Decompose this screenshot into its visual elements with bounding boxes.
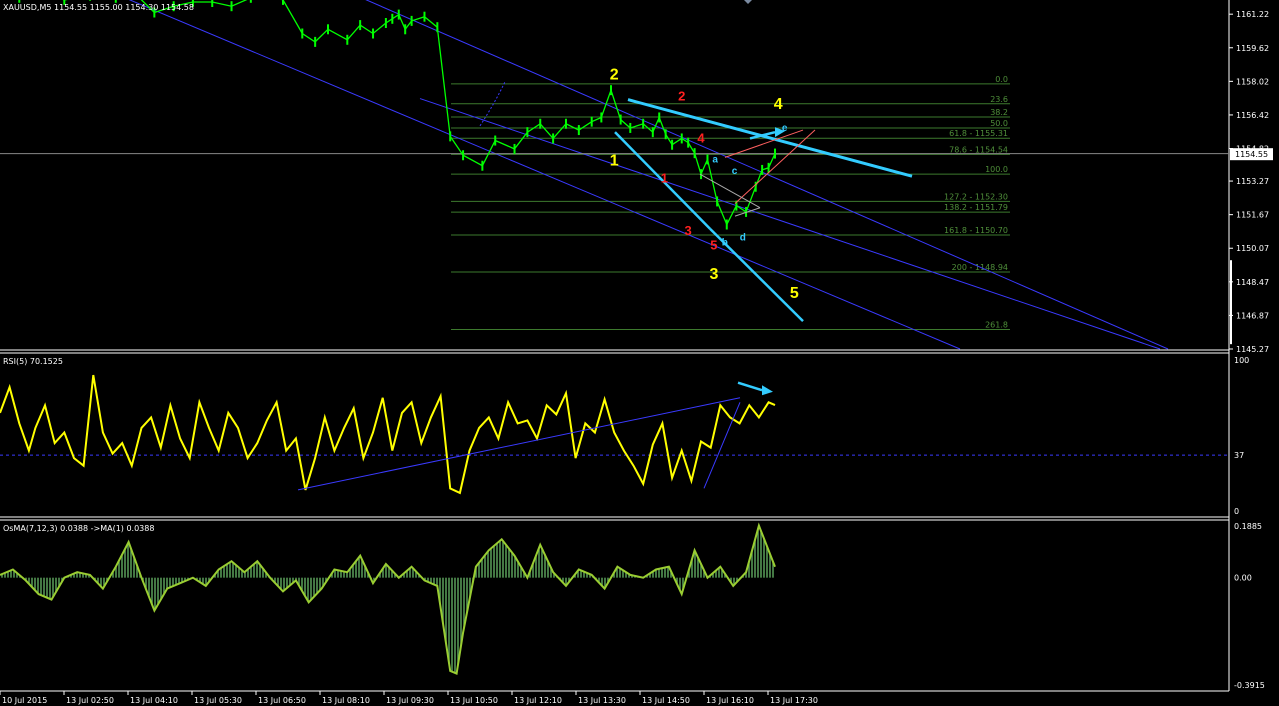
fib-label-11: 261.8 (985, 320, 1008, 329)
shift-marker-icon[interactable] (744, 0, 752, 4)
fib-label-0: 0.0 (995, 75, 1008, 84)
rsi-arrow-line (737, 381, 763, 392)
price-line (62, 0, 776, 227)
time-tick-label: 13 Jul 16:10 (706, 696, 754, 705)
current-price-label: 1154.55 (1235, 150, 1268, 159)
fib-label-5: 78.6 - 1154.54 (949, 145, 1008, 154)
wave-label-major-4: 5 (790, 285, 799, 302)
wave-label-minor-5: 2 (678, 89, 685, 104)
time-tick-label: 10 Jul 2015 (2, 696, 47, 705)
rsi-title: RSI(5) 70.1525 (3, 357, 63, 366)
rsi-tick-label: 100 (1234, 356, 1249, 365)
price-tick-label: 1159.62 (1236, 44, 1269, 53)
price-axis: 1161.221159.621158.021156.421154.821153.… (1229, 10, 1273, 354)
osma-pane: 0.1885 0.00 -0.3915 (0, 522, 1265, 690)
wave-label-minor-7: 3 (685, 223, 692, 238)
price-tick-label: 1158.02 (1236, 77, 1269, 86)
abcde-line-1 (699, 173, 761, 209)
wave-label-major-1: 1 (610, 153, 619, 170)
wave-label-sub-12: c (732, 166, 738, 177)
price-tick-label: 1161.22 (1236, 10, 1269, 19)
channel-lower-line (419, 98, 1161, 350)
time-tick-label: 13 Jul 05:30 (194, 696, 242, 705)
time-tick-label: 13 Jul 17:30 (770, 696, 818, 705)
fib-label-1: 23.6 (990, 95, 1008, 104)
osma-tick-label: 0.00 (1234, 574, 1252, 583)
wave-label-minor-9: 5 (710, 238, 717, 253)
rsi-line (0, 374, 776, 495)
price-tick-label: 1153.27 (1236, 177, 1269, 186)
rsi-tick-label: 0 (1234, 507, 1239, 516)
fib-label-8: 138.2 - 1151.79 (944, 203, 1008, 212)
rsi-tick-label: 37 (1234, 451, 1244, 460)
osma-tick-label: -0.3915 (1234, 681, 1265, 690)
price-tick-label: 1151.67 (1236, 211, 1269, 220)
time-tick-label: 13 Jul 13:30 (578, 696, 626, 705)
time-tick-label: 13 Jul 12:10 (514, 696, 562, 705)
time-tick-label: 13 Jul 08:10 (322, 696, 370, 705)
time-tick-label: 13 Jul 06:50 (258, 696, 306, 705)
fib-label-4: 61.8 - 1155.31 (949, 129, 1008, 138)
wave-label-major-2: 3 (709, 266, 718, 283)
wave-label-major-3: 4 (774, 96, 783, 113)
time-axis: 10 Jul 2015 13 Jul 02:50 13 Jul 04:10 13 Ju… (0, 691, 818, 705)
time-tick-label: 13 Jul 10:50 (450, 696, 498, 705)
wave-label-sub-14: e (782, 123, 788, 134)
fibonacci-levels: 0.0 23.6 38.2 50.061.8 - 1155.31 78.6 - 1154… (451, 75, 1010, 330)
osma-tick-label: 0.1885 (1234, 522, 1262, 531)
price-tick-label: 1145.27 (1236, 345, 1269, 354)
price-tick-label: 1146.87 (1236, 311, 1269, 320)
wave-label-major-0: 2 (610, 67, 619, 84)
wave-label-minor-8: 4 (697, 131, 705, 146)
rsi-pane: 100 37 0 (0, 356, 1249, 516)
wave-label-sub-10: a (712, 155, 718, 166)
time-tick-label: 13 Jul 14:50 (642, 696, 690, 705)
fib-label-2: 38.2 (990, 108, 1008, 117)
price-tick-label: 1148.47 (1236, 278, 1269, 287)
time-tick-label: 13 Jul 09:30 (386, 696, 434, 705)
time-tick-label: 13 Jul 02:50 (66, 696, 114, 705)
chart-header: XAUUSD,M5 1154.55 1155.00 1154.30 1154.5… (3, 3, 194, 12)
fib-label-3: 50.0 (990, 119, 1008, 128)
fib-label-9: 161.8 - 1150.70 (944, 226, 1008, 235)
fib-label-7: 127.2 - 1152.30 (944, 192, 1008, 201)
rsi-arrow-head (762, 385, 773, 396)
fib-label-6: 100.0 (985, 165, 1008, 174)
wave-label-sub-11: b (722, 238, 728, 249)
price-tick-label: 1156.42 (1236, 111, 1269, 120)
trendlines (614, 98, 913, 322)
wave-label-minor-6: 1 (661, 171, 668, 186)
wave-label-sub-13: d (740, 232, 746, 243)
time-tick-label: 13 Jul 04:10 (130, 696, 178, 705)
rsi-trendline-2 (703, 402, 741, 489)
chart-canvas: 0.0 23.6 38.2 50.061.8 - 1155.31 78.6 - 1154… (0, 0, 1273, 705)
osma-line (0, 522, 776, 676)
osma-title: OsMA(7,12,3) 0.0388 ->MA(1) 0.0388 (3, 524, 154, 533)
price-series (18, 0, 776, 230)
price-tick-label: 1150.07 (1236, 244, 1269, 253)
wedge-lower-line (734, 129, 816, 204)
